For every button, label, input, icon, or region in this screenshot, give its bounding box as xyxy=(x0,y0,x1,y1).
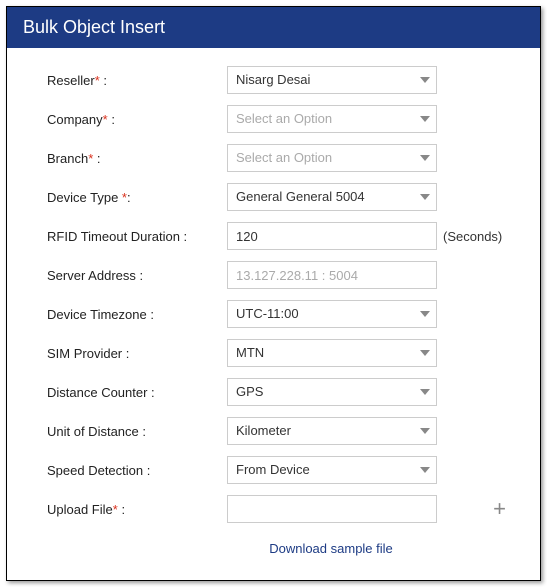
row-timezone: Device Timezone : UTC-11:00 xyxy=(47,300,510,328)
required-mark: * xyxy=(113,502,118,517)
required-mark: * xyxy=(95,73,100,88)
bulk-object-insert-panel: Bulk Object Insert Reseller* : Nisarg De… xyxy=(6,6,541,581)
rfid-timeout-input[interactable] xyxy=(227,222,437,250)
select-reseller[interactable]: Nisarg Desai xyxy=(227,66,437,94)
form-body: Reseller* : Nisarg Desai Company* : Sele… xyxy=(7,48,540,580)
select-device-type[interactable]: General General 5004 xyxy=(227,183,437,211)
input-rfid-wrap xyxy=(227,222,437,250)
label-server-address: Server Address : xyxy=(47,268,227,283)
select-timezone[interactable]: UTC-11:00 xyxy=(227,300,437,328)
select-timezone-value: UTC-11:00 xyxy=(227,300,437,328)
select-speed-value: From Device xyxy=(227,456,437,484)
required-mark: * xyxy=(122,190,127,205)
row-sim-provider: SIM Provider : MTN xyxy=(47,339,510,367)
select-distance-counter[interactable]: GPS xyxy=(227,378,437,406)
select-reseller-value: Nisarg Desai xyxy=(227,66,437,94)
label-distance-counter: Distance Counter : xyxy=(47,385,227,400)
select-company[interactable]: Select an Option xyxy=(227,105,437,133)
select-unit-distance[interactable]: Kilometer xyxy=(227,417,437,445)
row-device-type: Device Type *: General General 5004 xyxy=(47,183,510,211)
select-branch-placeholder: Select an Option xyxy=(227,144,437,172)
download-sample-row: Download sample file xyxy=(47,534,510,570)
required-mark: * xyxy=(103,112,108,127)
label-reseller-text: Reseller xyxy=(47,73,95,88)
select-speed-detection[interactable]: From Device xyxy=(227,456,437,484)
select-sim-value: MTN xyxy=(227,339,437,367)
row-speed-detection: Speed Detection : From Device xyxy=(47,456,510,484)
label-reseller: Reseller* : xyxy=(47,73,227,88)
row-distance-counter: Distance Counter : GPS xyxy=(47,378,510,406)
add-file-button[interactable]: + xyxy=(489,498,510,520)
required-mark: * xyxy=(88,151,93,166)
plus-icon: + xyxy=(493,496,506,521)
row-branch: Branch* : Select an Option xyxy=(47,144,510,172)
upload-file-input[interactable] xyxy=(227,495,437,523)
select-distance-value: GPS xyxy=(227,378,437,406)
label-speed-detection: Speed Detection : xyxy=(47,463,227,478)
label-device-type: Device Type *: xyxy=(47,190,227,205)
row-company: Company* : Select an Option xyxy=(47,105,510,133)
select-unit-value: Kilometer xyxy=(227,417,437,445)
label-branch-text: Branch xyxy=(47,151,88,166)
rfid-suffix: (Seconds) xyxy=(443,229,502,244)
label-branch: Branch* : xyxy=(47,151,227,166)
row-upload-file: Upload File* : + xyxy=(47,495,510,523)
select-sim-provider[interactable]: MTN xyxy=(227,339,437,367)
input-server-wrap xyxy=(227,261,437,289)
download-sample-link[interactable]: Download sample file xyxy=(269,541,393,556)
label-unit-distance: Unit of Distance : xyxy=(47,424,227,439)
label-sim-provider: SIM Provider : xyxy=(47,346,227,361)
select-branch[interactable]: Select an Option xyxy=(227,144,437,172)
row-server-address: Server Address : xyxy=(47,261,510,289)
select-company-placeholder: Select an Option xyxy=(227,105,437,133)
row-rfid-timeout: RFID Timeout Duration : (Seconds) xyxy=(47,222,510,250)
label-device-type-text: Device Type xyxy=(47,190,122,205)
row-unit-distance: Unit of Distance : Kilometer xyxy=(47,417,510,445)
label-rfid-timeout: RFID Timeout Duration : xyxy=(47,229,227,244)
label-company: Company* : xyxy=(47,112,227,127)
label-timezone: Device Timezone : xyxy=(47,307,227,322)
label-upload-file: Upload File* : xyxy=(47,502,227,517)
label-company-text: Company xyxy=(47,112,103,127)
label-upload-text: Upload File xyxy=(47,502,113,517)
server-address-input[interactable] xyxy=(227,261,437,289)
select-device-type-value: General General 5004 xyxy=(227,183,437,211)
panel-title: Bulk Object Insert xyxy=(7,7,540,48)
upload-input-wrap xyxy=(227,495,437,523)
row-reseller: Reseller* : Nisarg Desai xyxy=(47,66,510,94)
